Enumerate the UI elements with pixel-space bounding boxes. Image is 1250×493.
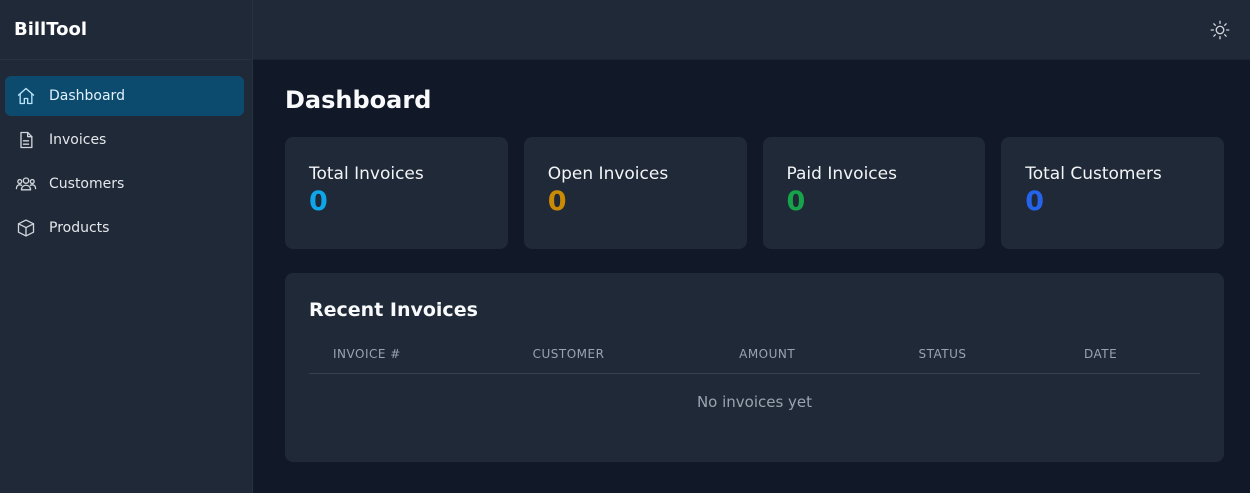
table-header-row: INVOICE # CUSTOMER AMOUNT STATUS DATE	[309, 347, 1200, 374]
column-header-invoice-number[interactable]: INVOICE #	[309, 347, 509, 374]
cube-icon	[15, 217, 37, 239]
sun-icon	[1210, 20, 1230, 39]
sidebar-item-dashboard[interactable]: Dashboard	[5, 76, 244, 116]
empty-row: No invoices yet	[309, 374, 1200, 411]
users-icon	[15, 173, 37, 195]
empty-state-text: No invoices yet	[696, 393, 813, 411]
sidebar-item-label: Dashboard	[49, 88, 125, 104]
panel-title: Recent Invoices	[309, 299, 478, 321]
document-icon	[15, 129, 37, 151]
app-root: BillTool Dashboard Invoices Customers Pr…	[0, 0, 1250, 493]
stat-value: 0	[786, 186, 806, 217]
column-header-customer[interactable]: CUSTOMER	[508, 347, 716, 374]
column-header-date[interactable]: DATE	[1060, 347, 1200, 374]
sidebar: BillTool Dashboard Invoices Customers Pr…	[0, 0, 253, 493]
stat-label: Paid Invoices	[786, 164, 897, 184]
brand-logo[interactable]: BillTool	[0, 0, 252, 60]
sidebar-item-label: Products	[49, 220, 110, 236]
stat-label: Open Invoices	[547, 164, 669, 184]
sidebar-item-label: Invoices	[49, 132, 107, 148]
stat-value: 0	[309, 186, 328, 217]
dashboard-content: Dashboard Total Invoices 0 Open Invoices…	[253, 60, 1250, 462]
topbar	[253, 0, 1250, 60]
stat-card-total-invoices: Total Invoices 0	[285, 137, 508, 249]
home-icon	[15, 85, 37, 107]
sidebar-nav: Dashboard Invoices Customers Products	[0, 60, 252, 248]
stat-label: Total Customers	[1025, 164, 1162, 184]
page-title: Dashboard	[285, 86, 432, 114]
main-area: Dashboard Total Invoices 0 Open Invoices…	[253, 0, 1250, 493]
invoices-table: INVOICE # CUSTOMER AMOUNT STATUS DATE No…	[309, 347, 1200, 411]
sidebar-item-customers[interactable]: Customers	[5, 164, 244, 204]
stat-card-open-invoices: Open Invoices 0	[523, 137, 747, 249]
stats-row: Total Invoices 0 Open Invoices 0 Paid In…	[285, 137, 1224, 249]
stat-card-paid-invoices: Paid Invoices 0	[762, 137, 986, 249]
stat-value: 0	[547, 186, 567, 217]
sidebar-item-label: Customers	[49, 176, 125, 192]
sidebar-item-products[interactable]: Products	[5, 208, 244, 248]
theme-toggle-button[interactable]	[1208, 18, 1232, 42]
stat-card-total-customers: Total Customers 0	[1001, 137, 1224, 249]
sidebar-item-invoices[interactable]: Invoices	[5, 120, 244, 160]
recent-invoices-panel: Recent Invoices INVOICE # CUSTOMER AMOUN…	[285, 273, 1224, 462]
stat-label: Total Invoices	[309, 164, 424, 184]
column-header-amount[interactable]: AMOUNT	[715, 347, 895, 374]
column-header-status[interactable]: STATUS	[894, 347, 1060, 374]
stat-value: 0	[1025, 186, 1045, 217]
